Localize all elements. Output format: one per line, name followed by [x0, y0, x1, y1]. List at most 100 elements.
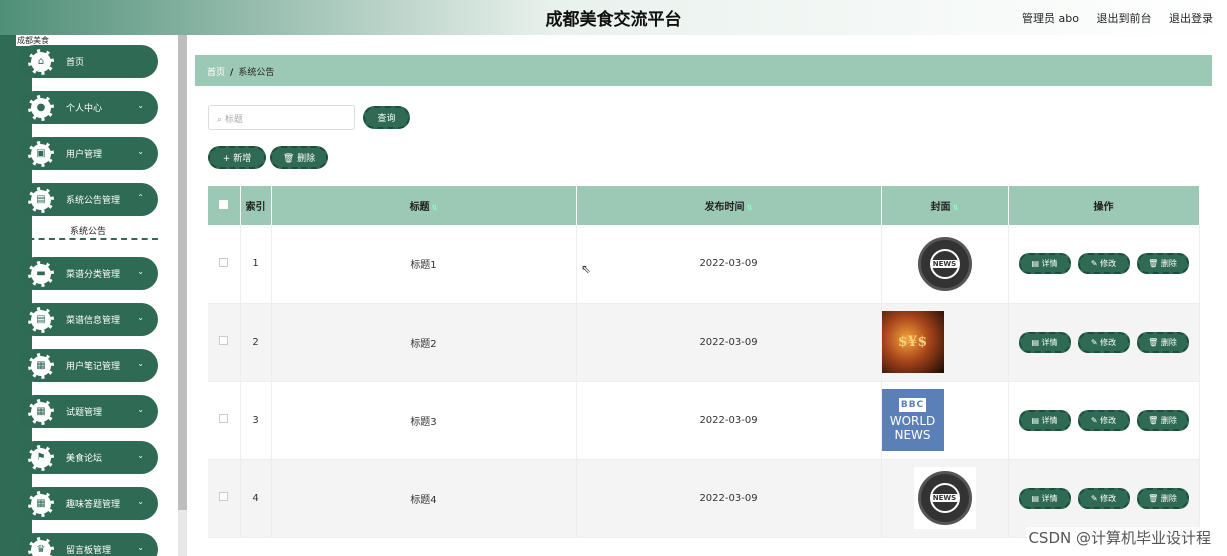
cover-money-image[interactable]: $¥$: [881, 311, 944, 373]
header-cover[interactable]: 封面 ⇅: [881, 186, 1009, 225]
sidebar-item-label: 趣味答题管理: [66, 500, 121, 510]
chevron-down-icon: ⌄: [137, 451, 144, 460]
sidebar-item-label: 首页: [66, 58, 85, 68]
search-input[interactable]: ⌕ 标题: [208, 105, 355, 130]
sidebar-item-label: 系统公告管理: [66, 196, 121, 206]
sidebar-item-user-notes[interactable]: ▦ 用户笔记管理 ⌄: [18, 349, 158, 382]
chevron-down-icon: ⌄: [137, 543, 144, 552]
breadcrumb: 首页 / 系统公告: [195, 55, 1212, 86]
user-icon: ●: [28, 94, 54, 121]
delete-label: 删除: [1160, 337, 1177, 347]
breadcrumb-current: 系统公告: [238, 68, 275, 78]
sidebar-item-questions[interactable]: ▦ 试题管理 ⌄: [18, 395, 158, 428]
submenu-system-notice[interactable]: 系统公告: [18, 220, 158, 240]
delete-button[interactable]: 🗑 删除: [1136, 409, 1189, 431]
sidebar-item-forum[interactable]: ⚑ 美食论坛 ⌄: [18, 441, 158, 474]
home-icon: ⌂: [28, 48, 54, 75]
row-checkbox[interactable]: [219, 414, 229, 423]
mouse-cursor-icon: ⇖: [581, 262, 592, 276]
table-row: 4 标题4 2022-03-09 NEWS ▤ 详情 ✎ 修改 🗑 删除: [208, 459, 1200, 538]
cover-news-image[interactable]: NEWS: [913, 467, 976, 529]
sidebar-item-recipe-category[interactable]: ▬ 菜谱分类管理 ⌄: [18, 257, 158, 290]
table-row: 3 标题3 2022-03-09 BBC WORLD NEWS ▤ 详情 ✎ 修改 …: [208, 381, 1200, 460]
row-checkbox[interactable]: [219, 257, 229, 267]
row-checkbox[interactable]: [219, 336, 229, 345]
edit-button[interactable]: ✎ 修改: [1077, 409, 1130, 431]
chevron-down-icon: ⌄: [137, 405, 144, 414]
sidebar-item-label: 美食论坛: [66, 454, 103, 464]
edit-label: 修改: [1100, 259, 1117, 269]
edit-button[interactable]: ✎ 修改: [1077, 487, 1130, 509]
chevron-down-icon: ⌄: [137, 267, 144, 276]
sort-icon: ⇅: [431, 204, 438, 212]
bulk-delete-button[interactable]: 🗑 删除: [270, 146, 328, 169]
detail-button[interactable]: ▤ 详情: [1018, 253, 1071, 275]
row-title: 标题1: [271, 225, 577, 304]
detail-button[interactable]: ▤ 详情: [1018, 409, 1071, 431]
sidebar-item-users[interactable]: ▣ 用户管理 ⌄: [18, 137, 158, 170]
row-time: 2022-03-09: [576, 459, 882, 538]
sidebar-item-label: 菜谱分类管理: [66, 270, 121, 280]
delete-button[interactable]: 🗑 删除: [1136, 253, 1189, 275]
flag-icon: ⚑: [28, 444, 54, 471]
row-checkbox[interactable]: [219, 492, 229, 501]
doc-icon: ▤: [1031, 337, 1042, 347]
row-time: 2022-03-09: [576, 303, 882, 382]
notice-table: 索引 标题 ⇅ 发布时间 ⇅ 封面 ⇅ 操作 1 标题1 2022-03-09 NEW…: [208, 186, 1200, 538]
header-ops: 操作: [1008, 186, 1200, 225]
select-all-checkbox[interactable]: [219, 199, 229, 209]
exit-to-front-link[interactable]: 退出到前台: [1097, 12, 1152, 25]
doc-icon: ▤: [1031, 259, 1042, 269]
table-header-row: 索引 标题 ⇅ 发布时间 ⇅ 封面 ⇅ 操作: [208, 186, 1200, 225]
header-cover-label: 封面: [930, 202, 951, 213]
sidebar-item-guestbook[interactable]: ♛ 留言板管理 ⌄: [18, 533, 158, 556]
sidebar-item-label: 用户笔记管理: [66, 362, 121, 372]
row-title: 标题3: [271, 381, 577, 460]
cover-text: NEWS: [894, 428, 931, 442]
trophy-icon: ♛: [28, 536, 54, 556]
edit-button[interactable]: ✎ 修改: [1077, 331, 1130, 353]
trash-icon: 🗑: [1148, 337, 1161, 347]
top-header: 成都美食交流平台 管理员 abo 退出到前台 退出登录: [0, 0, 1227, 35]
pencil-icon: ✎: [1090, 415, 1101, 425]
logout-link[interactable]: 退出登录: [1169, 12, 1213, 25]
edit-button[interactable]: ✎ 修改: [1077, 253, 1130, 275]
sidebar-item-label: 菜谱信息管理: [66, 316, 121, 326]
sidebar-scrollbar-thumb[interactable]: [178, 35, 187, 510]
search-placeholder: 标题: [224, 115, 243, 125]
chevron-down-icon: ⌄: [137, 497, 144, 506]
row-index: 3: [240, 381, 272, 460]
cover-news-image[interactable]: NEWS: [914, 233, 976, 295]
sidebar-item-profile[interactable]: ● 个人中心 ⌄: [18, 91, 158, 124]
add-button[interactable]: + 新增: [208, 146, 266, 169]
sidebar-item-home[interactable]: ⌂ 首页: [18, 45, 158, 78]
sort-icon: ⇅: [952, 204, 959, 212]
detail-button[interactable]: ▤ 详情: [1018, 331, 1071, 353]
sidebar-item-label: 用户管理: [66, 150, 103, 160]
delete-button[interactable]: 🗑 删除: [1136, 331, 1189, 353]
delete-button[interactable]: 🗑 删除: [1136, 487, 1189, 509]
chevron-up-icon: ⌃: [137, 193, 144, 202]
bag-icon: ▬: [28, 260, 54, 287]
detail-label: 详情: [1041, 415, 1058, 425]
query-button[interactable]: 查询: [363, 106, 410, 129]
sidebar-item-notice-mgmt[interactable]: ▤ 系统公告管理 ⌃: [18, 183, 158, 216]
trash-icon: 🗑: [1148, 415, 1161, 425]
header-title[interactable]: 标题 ⇅: [271, 186, 577, 225]
row-index: 2: [240, 303, 272, 382]
sidebar-scrollbar[interactable]: [178, 35, 187, 556]
cover-text: BBC: [898, 398, 927, 412]
header-time[interactable]: 发布时间 ⇅: [576, 186, 882, 225]
select-all-cell: [208, 186, 241, 225]
sidebar-item-label: 留言板管理: [66, 546, 112, 556]
clipboard-icon: ▣: [28, 140, 54, 167]
delete-label: 删除: [1160, 493, 1177, 503]
table-row: 1 标题1 2022-03-09 NEWS ▤ 详情 ✎ 修改 🗑 删除: [208, 225, 1200, 304]
row-time: 2022-03-09: [576, 225, 882, 304]
row-index: 4: [240, 459, 272, 538]
sidebar-item-recipe-info[interactable]: ▤ 菜谱信息管理 ⌄: [18, 303, 158, 336]
cover-bbc-image[interactable]: BBC WORLD NEWS: [881, 389, 944, 451]
breadcrumb-home[interactable]: 首页: [207, 68, 225, 78]
sidebar-item-quiz[interactable]: ▦ 趣味答题管理 ⌄: [18, 487, 158, 520]
detail-button[interactable]: ▤ 详情: [1018, 487, 1071, 509]
